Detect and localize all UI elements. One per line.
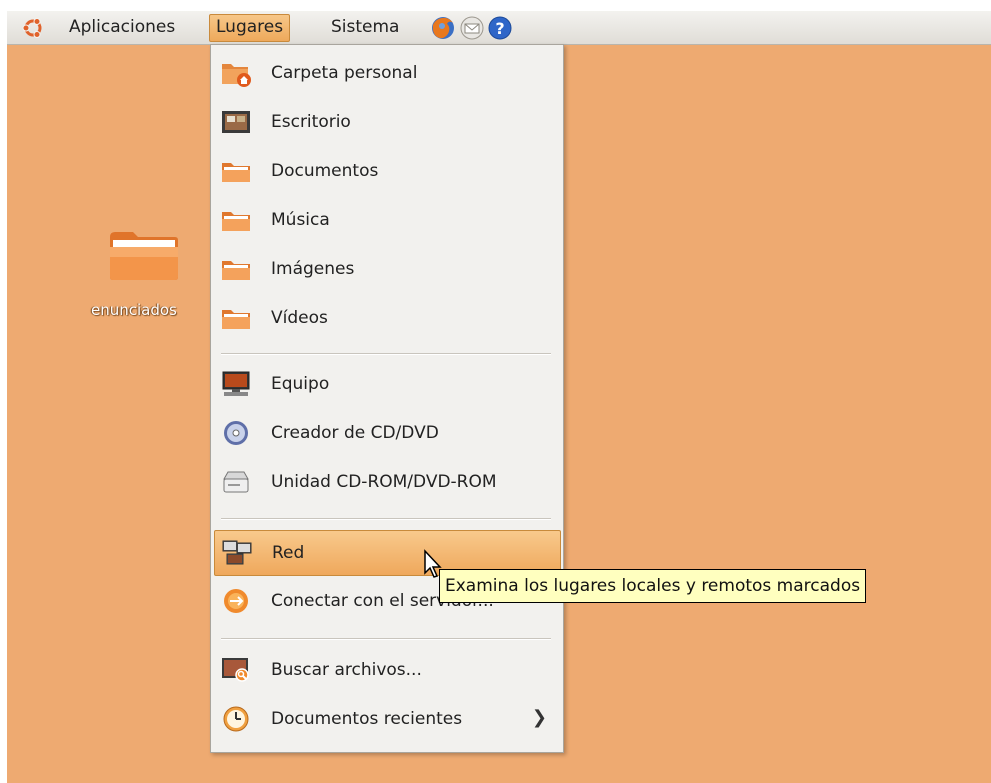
- menu-item-label: Buscar archivos...: [271, 660, 422, 680]
- search-files-icon: [222, 658, 249, 682]
- folder-icon: [222, 310, 250, 329]
- folder-icon: [222, 212, 250, 231]
- firefox-icon[interactable]: [430, 15, 456, 41]
- mouse-cursor-icon: [424, 549, 442, 578]
- menu-item-label: Creador de CD/DVD: [271, 423, 439, 443]
- menu-item-unidad-cdrom[interactable]: Unidad CD-ROM/DVD-ROM: [214, 460, 559, 504]
- menu-item-label: Imágenes: [271, 259, 355, 279]
- mail-icon[interactable]: [459, 15, 485, 41]
- menu-item-label: Música: [271, 210, 330, 230]
- lugares-menu: Carpeta personal Escritorio Documentos M…: [210, 44, 564, 753]
- menu-item-documentos-recientes[interactable]: Documentos recientes ❯: [214, 697, 559, 741]
- menu-item-label: Escritorio: [271, 112, 351, 132]
- recent-documents-icon: [223, 706, 249, 732]
- ubuntu-logo-icon[interactable]: [22, 17, 44, 39]
- optical-drive-icon: [223, 471, 249, 493]
- network-icon: [222, 540, 252, 565]
- computer-icon: [222, 371, 250, 396]
- menu-item-carpeta-personal[interactable]: Carpeta personal: [214, 51, 559, 95]
- menu-item-escritorio[interactable]: Escritorio: [214, 100, 559, 144]
- menu-separator: [221, 638, 551, 640]
- menu-separator: [221, 353, 551, 355]
- menu-item-buscar-archivos[interactable]: Buscar archivos...: [214, 648, 559, 692]
- menu-item-equipo[interactable]: Equipo: [214, 362, 559, 406]
- home-folder-icon: [222, 64, 251, 87]
- svg-text:?: ?: [495, 19, 504, 38]
- menu-item-label: Vídeos: [271, 308, 328, 328]
- desktop: Aplicaciones Lugares Sistema ? enunciado…: [7, 11, 991, 783]
- menu-item-documentos[interactable]: Documentos: [214, 149, 559, 193]
- menu-item-creador-cd-dvd[interactable]: Creador de CD/DVD: [214, 411, 559, 455]
- folder-icon[interactable]: [107, 227, 181, 281]
- top-panel: Aplicaciones Lugares Sistema ?: [7, 11, 991, 45]
- menu-aplicaciones[interactable]: Aplicaciones: [63, 14, 181, 40]
- menu-lugares[interactable]: Lugares: [209, 14, 291, 42]
- menu-item-imagenes[interactable]: Imágenes: [214, 247, 559, 291]
- menu-item-label: Red: [272, 543, 305, 563]
- menu-item-videos[interactable]: Vídeos: [214, 296, 559, 340]
- connect-server-icon: [224, 589, 248, 613]
- desktop-icon-label: enunciados: [91, 301, 177, 319]
- menu-sistema[interactable]: Sistema: [325, 14, 405, 40]
- menu-separator: [221, 518, 551, 520]
- menu-item-label: Documentos recientes: [271, 709, 463, 729]
- folder-icon: [222, 261, 250, 280]
- menu-item-label: Documentos: [271, 161, 379, 181]
- menu-item-label: Carpeta personal: [271, 63, 418, 83]
- menu-item-label: Equipo: [271, 374, 330, 394]
- cd-burner-icon: [224, 421, 248, 445]
- menu-item-musica[interactable]: Música: [214, 198, 559, 242]
- help-icon[interactable]: ?: [487, 15, 513, 41]
- folder-icon: [222, 163, 250, 182]
- desktop-folder-icon: [222, 111, 250, 133]
- tooltip: Examina los lugares locales y remotos ma…: [439, 569, 867, 603]
- chevron-right-icon: ❯: [531, 707, 547, 728]
- menu-item-label: Unidad CD-ROM/DVD-ROM: [271, 472, 497, 492]
